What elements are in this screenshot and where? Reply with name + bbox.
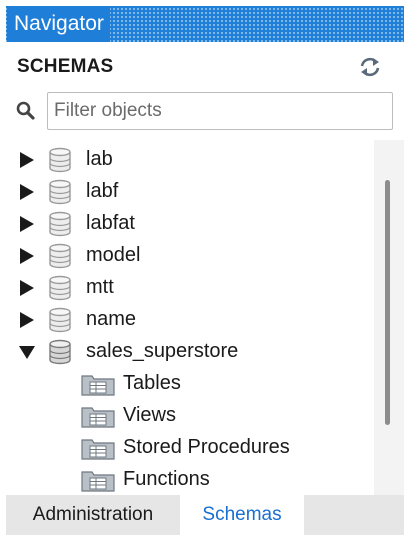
tree-item-label: Stored Procedures (123, 436, 290, 458)
schema-label: labfat (86, 212, 135, 234)
collapse-arrow-icon[interactable] (18, 343, 36, 361)
folder-icon (81, 407, 115, 428)
schema-item-model[interactable]: model (0, 239, 374, 271)
navigator-title: Navigator (8, 6, 110, 42)
schema-item-sales-superstore[interactable]: sales_superstore (0, 335, 374, 367)
expand-arrow-icon[interactable] (18, 247, 36, 265)
schema-item-labfat[interactable]: labfat (0, 207, 374, 239)
schema-label: name (86, 308, 137, 330)
schema-label: lab (86, 148, 113, 170)
folder-icon (81, 375, 115, 396)
expand-arrow-icon[interactable] (18, 151, 36, 169)
tree-item-label: Functions (123, 468, 210, 490)
navigator-tabbar: Administration Schemas (6, 495, 404, 535)
database-icon (49, 179, 71, 205)
schema-item-lab[interactable]: lab (0, 143, 374, 175)
tree-item-views[interactable]: Views (0, 399, 374, 431)
refresh-icon[interactable] (358, 55, 382, 79)
schema-label: labf (86, 180, 119, 202)
database-icon (49, 211, 71, 237)
search-icon (16, 101, 35, 120)
expand-arrow-icon[interactable] (18, 311, 36, 329)
schemas-header: SCHEMAS (17, 56, 114, 77)
folder-icon (81, 471, 115, 492)
database-icon (49, 243, 71, 269)
expand-arrow-icon[interactable] (18, 183, 36, 201)
filter-objects-input[interactable] (47, 92, 393, 130)
tree-item-stored-procedures[interactable]: Stored Procedures (0, 431, 374, 463)
schema-item-labf[interactable]: labf (0, 175, 374, 207)
schema-item-name[interactable]: name (0, 303, 374, 335)
database-icon (49, 275, 71, 301)
expand-arrow-icon[interactable] (18, 279, 36, 297)
navigator-titlebar: Navigator (6, 6, 404, 42)
tree-item-label: Tables (123, 372, 181, 394)
schema-item-mtt[interactable]: mtt (0, 271, 374, 303)
schema-label: model (86, 244, 141, 266)
schema-label: sales_superstore (86, 340, 239, 362)
tree-item-tables[interactable]: Tables (0, 367, 374, 399)
navigator-panel: Navigator SCHEMAS lab (0, 0, 409, 535)
tree-item-functions[interactable]: Functions (0, 463, 374, 495)
database-icon (49, 307, 71, 333)
tree-item-label: Views (123, 404, 176, 426)
folder-icon (81, 439, 115, 460)
database-icon (49, 147, 71, 173)
tab-schemas[interactable]: Schemas (180, 495, 304, 535)
expand-arrow-icon[interactable] (18, 215, 36, 233)
schema-label: mtt (86, 276, 114, 298)
tab-administration[interactable]: Administration (6, 495, 180, 535)
schema-tree: lab labf labfat model mtt name sales_sup… (0, 140, 374, 495)
database-icon (49, 339, 71, 365)
scrollbar-thumb[interactable] (385, 180, 390, 425)
